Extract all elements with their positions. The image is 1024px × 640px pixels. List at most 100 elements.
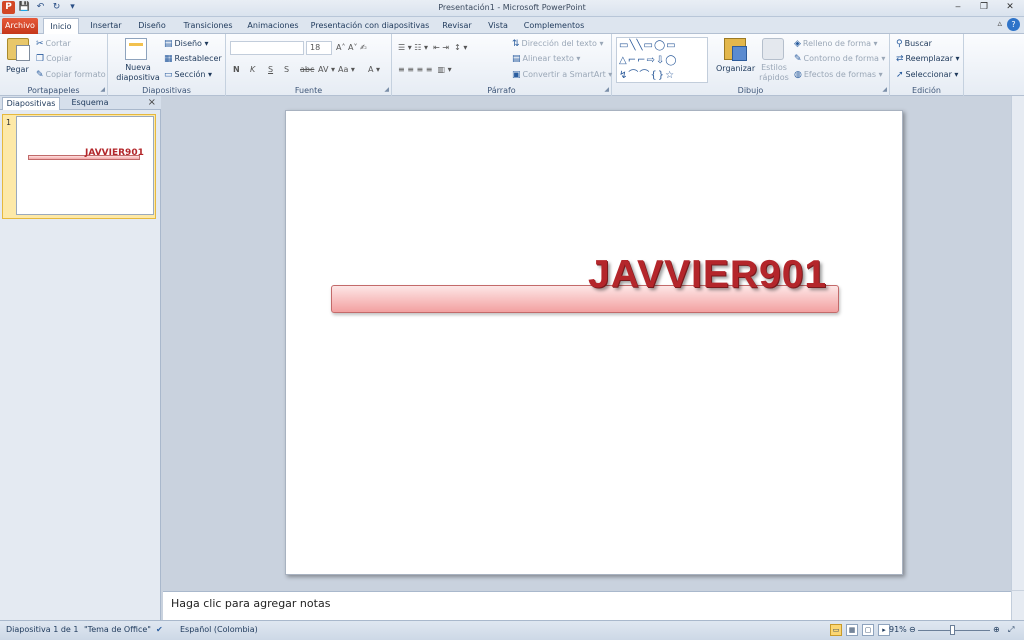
binoculars-icon: ⚲ <box>896 39 903 49</box>
help-icon[interactable]: ? <box>1007 18 1020 31</box>
underline-button[interactable]: S <box>268 64 273 75</box>
scissors-icon: ✂ <box>36 39 44 49</box>
zoom-slider-thumb[interactable] <box>950 625 955 635</box>
copy-button[interactable]: ❐ Copiar <box>36 53 72 65</box>
font-name-combo[interactable] <box>230 41 304 55</box>
quick-styles-button[interactable]: Estilos rápidos <box>756 63 792 83</box>
slide-sorter-button[interactable]: ▦ <box>846 624 858 636</box>
group-paragraph: ☰ ▾ ☷ ▾ ⇤ ⇥ ↕ ▾ ≡ ≡ ≡ ≡ ▥ ▾ ⇅ Dirección d… <box>392 34 612 96</box>
format-painter-button[interactable]: ✎ Copiar formato <box>36 69 106 81</box>
wordart-text[interactable]: JAVVIER901 <box>588 253 827 297</box>
zoom-in-icon[interactable]: ⊕ <box>993 625 1000 634</box>
paste-icon[interactable] <box>7 38 30 61</box>
dialog-launcher-icon[interactable]: ◢ <box>604 86 609 93</box>
group-editing: ⚲ Buscar ⇄ Reemplazar ▾ ➚ Seleccionar ▾ Edi… <box>890 34 964 96</box>
font-size-buttons[interactable]: A˄ A˅ ✍ <box>336 42 367 53</box>
shape-fill-button[interactable]: ◈ Relleno de forma ▾ <box>794 38 878 50</box>
pane-tabs: Diapositivas Esquema × <box>0 96 161 110</box>
smartart-icon: ▣ <box>512 70 521 80</box>
select-button[interactable]: ➚ Seleccionar ▾ <box>896 69 958 81</box>
font-color-button[interactable]: A ▾ <box>368 64 380 75</box>
minimize-icon[interactable]: ‒ <box>948 1 968 14</box>
normal-view-button[interactable]: ▭ <box>830 624 842 636</box>
slide-thumbnail[interactable]: JAVVIER901 <box>16 116 154 215</box>
language[interactable]: Español (Colombia) <box>180 625 258 634</box>
reading-view-button[interactable]: ▢ <box>862 624 874 636</box>
tab-revisar[interactable]: Revisar <box>438 18 476 34</box>
tab-slides[interactable]: Diapositivas <box>2 97 60 110</box>
section-button[interactable]: ▭ Sección ▾ <box>164 69 212 81</box>
section-icon: ▭ <box>164 70 173 80</box>
arrange-icon[interactable] <box>724 38 747 61</box>
dialog-launcher-icon[interactable]: ◢ <box>100 86 105 93</box>
replace-button[interactable]: ⇄ Reemplazar ▾ <box>896 53 960 65</box>
tab-diseno[interactable]: Diseño <box>133 18 171 34</box>
alignment-buttons[interactable]: ≡ ≡ ≡ ≡ ▥ ▾ <box>398 64 452 75</box>
new-slide-icon[interactable] <box>125 38 147 60</box>
bold-button[interactable]: N <box>233 64 240 75</box>
vertical-scrollbar[interactable] <box>1011 96 1024 590</box>
align-text-button[interactable]: ▤ Alinear texto ▾ <box>512 53 580 65</box>
tab-animaciones[interactable]: Animaciones <box>244 18 302 34</box>
shape-outline-button[interactable]: ✎ Contorno de forma ▾ <box>794 53 885 65</box>
quick-styles-icon[interactable] <box>762 38 784 60</box>
notes-scrollbar[interactable] <box>1011 591 1024 620</box>
window-title: Presentación1 - Microsoft PowerPoint <box>438 3 586 12</box>
brush-icon: ✎ <box>36 70 44 80</box>
reset-icon: ▦ <box>164 54 173 64</box>
new-slide-button[interactable]: Nueva diapositiva <box>115 63 161 83</box>
paste-button[interactable]: Pegar <box>6 64 29 75</box>
ribbon-tabs: Archivo Inicio Insertar Diseño Transicio… <box>0 17 1024 34</box>
tab-complementos[interactable]: Complementos <box>521 18 587 34</box>
notes-pane[interactable]: Haga clic para agregar notas <box>163 591 1011 620</box>
thumbnail-text: JAVVIER901 <box>85 148 144 158</box>
spellcheck-icon[interactable]: ✔ <box>156 625 163 634</box>
font-size-combo[interactable]: 18 <box>306 41 332 55</box>
group-label: Fuente <box>294 86 323 95</box>
fit-to-window-icon[interactable]: ⤢ <box>1008 625 1014 635</box>
zoom-out-icon[interactable]: ⊖ <box>909 625 916 634</box>
group-drawing: ▭╲╲▭◯▭ △⌐⌐⇨⇩◯ ↯⌒⌒{}☆ Organizar Estilos ráp… <box>612 34 890 96</box>
text-direction-icon: ⇅ <box>512 39 520 49</box>
restore-icon[interactable]: ❐ <box>974 1 994 14</box>
group-label: Portapapeles <box>27 86 80 95</box>
char-spacing-button[interactable]: AV ▾ <box>318 64 335 75</box>
dialog-launcher-icon[interactable]: ◢ <box>384 86 389 93</box>
change-case-button[interactable]: Aa ▾ <box>338 64 355 75</box>
dialog-launcher-icon[interactable]: ◢ <box>882 86 887 93</box>
tab-insertar[interactable]: Insertar <box>86 18 126 34</box>
tab-outline[interactable]: Esquema <box>64 97 116 110</box>
slide-canvas[interactable]: JAVVIER901 <box>285 110 903 575</box>
layout-icon: ▤ <box>164 39 173 49</box>
shapes-gallery[interactable]: ▭╲╲▭◯▭ △⌐⌐⇨⇩◯ ↯⌒⌒{}☆ <box>616 37 708 83</box>
shape-effects-button[interactable]: ◍ Efectos de formas ▾ <box>794 69 883 81</box>
effects-icon: ◍ <box>794 70 802 80</box>
text-direction-button[interactable]: ⇅ Dirección del texto ▾ <box>512 38 604 50</box>
close-pane-icon[interactable]: × <box>148 97 156 108</box>
tab-presentacion[interactable]: Presentación con diapositivas <box>310 18 430 34</box>
italic-button[interactable]: K <box>250 64 255 75</box>
ribbon: Pegar ✂ Cortar ❐ Copiar ✎ Copiar formato Po… <box>0 34 1024 96</box>
find-button[interactable]: ⚲ Buscar <box>896 38 932 50</box>
group-font: 18 A˄ A˅ ✍ N K S S abc AV ▾ Aa ▾ A ▾ Fue… <box>226 34 392 96</box>
bullets-button[interactable]: ☰ ▾ ☷ ▾ ⇤ ⇥ ↕ ▾ <box>398 42 467 53</box>
minimize-ribbon-icon[interactable]: ▵ <box>997 19 1002 29</box>
tab-transiciones[interactable]: Transiciones <box>180 18 236 34</box>
theme-name[interactable]: "Tema de Office" <box>84 625 151 634</box>
group-slides: Nueva diapositiva ▤ Diseño ▾ ▦ Restablecer… <box>108 34 226 96</box>
zoom-level[interactable]: 91% <box>889 625 907 634</box>
strikethrough-button[interactable]: abc <box>300 64 314 75</box>
layout-button[interactable]: ▤ Diseño ▾ <box>164 38 209 50</box>
close-icon[interactable]: ✕ <box>1000 1 1020 14</box>
cut-button[interactable]: ✂ Cortar <box>36 38 71 50</box>
group-clipboard: Pegar ✂ Cortar ❐ Copiar ✎ Copiar formato Po… <box>0 34 108 96</box>
shadow-button[interactable]: S <box>284 64 289 75</box>
smartart-button[interactable]: ▣ Convertir a SmartArt ▾ <box>512 69 612 81</box>
reset-button[interactable]: ▦ Restablecer <box>164 53 222 65</box>
tab-archivo[interactable]: Archivo <box>2 18 38 34</box>
slides-pane: Diapositivas Esquema × 1 JAVVIER901 <box>0 96 161 620</box>
group-label: Diapositivas <box>142 86 191 95</box>
tab-vista[interactable]: Vista <box>483 18 513 34</box>
tab-inicio[interactable]: Inicio <box>43 18 79 34</box>
arrange-button[interactable]: Organizar <box>716 63 755 74</box>
